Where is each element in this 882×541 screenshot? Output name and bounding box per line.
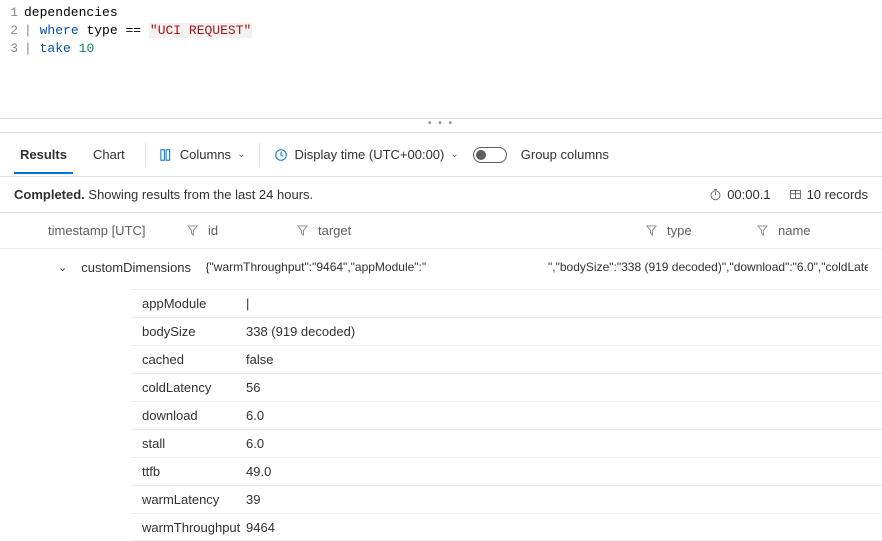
status-completed: Completed. [14,187,85,202]
token-where: where [40,23,79,38]
columns-button[interactable]: Columns ⌄ [160,147,246,162]
col-name[interactable]: name [778,223,811,238]
col-target[interactable]: target [318,223,351,238]
tab-results[interactable]: Results [14,137,73,174]
group-columns-toggle[interactable] [473,147,507,163]
token-table: dependencies [24,5,118,20]
collapse-row-icon[interactable]: ⌄ [58,261,67,274]
chevron-down-icon: ⌄ [450,149,458,160]
results-toolbar: Results Chart Columns ⌄ Display time (UT… [0,133,882,177]
table-header: timestamp [UTC] id target type name [0,213,882,249]
line-number: 1 [0,4,24,22]
record-count: 10 records [789,187,868,202]
token-eq: == [125,23,141,38]
token-string: "UCI REQUEST" [149,23,252,38]
col-timestamp[interactable]: timestamp [UTC] [48,223,146,238]
token-pipe: | [24,23,40,38]
status-bar: Completed. Showing results from the last… [0,177,882,213]
detail-row[interactable]: coldLatency56 [132,373,882,401]
token-field: type [86,23,117,38]
divider [259,143,260,167]
pane-resize-handle[interactable]: • • • [0,119,882,133]
detail-row[interactable]: bodySize338 (919 decoded) [132,317,882,345]
elapsed-time: 00:00.1 [709,187,770,202]
line-number: 3 [0,40,24,58]
display-time-label: Display time (UTC+00:00) [294,147,444,162]
row-detail-table: appModule| bodySize338 (919 decoded) cac… [132,289,882,541]
token-take: take [40,41,71,56]
divider [145,143,146,167]
token-pipe: | [24,41,40,56]
col-id[interactable]: id [208,223,218,238]
chevron-down-icon: ⌄ [237,149,245,160]
detail-row[interactable]: appModule| [132,289,882,317]
table-row[interactable]: ⌄ customDimensions {"warmThroughput":"94… [0,249,882,285]
filter-icon[interactable] [646,225,657,236]
display-time-button[interactable]: Display time (UTC+00:00) ⌄ [274,147,458,162]
detail-row[interactable]: download6.0 [132,401,882,429]
columns-label: Columns [180,147,231,162]
row-field-name: customDimensions [81,260,205,275]
token-number: 10 [79,41,95,56]
table-icon [789,188,802,201]
col-type[interactable]: type [667,223,692,238]
stopwatch-icon [709,188,722,201]
columns-icon [160,148,174,162]
filter-icon[interactable] [297,225,308,236]
query-editor[interactable]: 1 dependencies 2 | where type == "UCI RE… [0,0,882,119]
filter-icon[interactable] [757,225,768,236]
status-text: Showing results from the last 24 hours. [85,187,313,202]
tab-chart[interactable]: Chart [87,137,131,172]
line-number: 2 [0,22,24,40]
row-value-right: ","bodySize":"338 (919 decoded)","downlo… [548,260,868,274]
row-value-left: {"warmThroughput":"9464","appModule":" [206,260,459,274]
detail-row[interactable]: warmLatency39 [132,485,882,513]
detail-row[interactable]: cachedfalse [132,345,882,373]
group-columns-label: Group columns [521,147,609,162]
detail-row[interactable]: stall6.0 [132,429,882,457]
detail-row[interactable]: ttfb49.0 [132,457,882,485]
filter-icon[interactable] [187,225,198,236]
clock-icon [274,148,288,162]
detail-row[interactable]: warmThroughput9464 [132,513,882,541]
